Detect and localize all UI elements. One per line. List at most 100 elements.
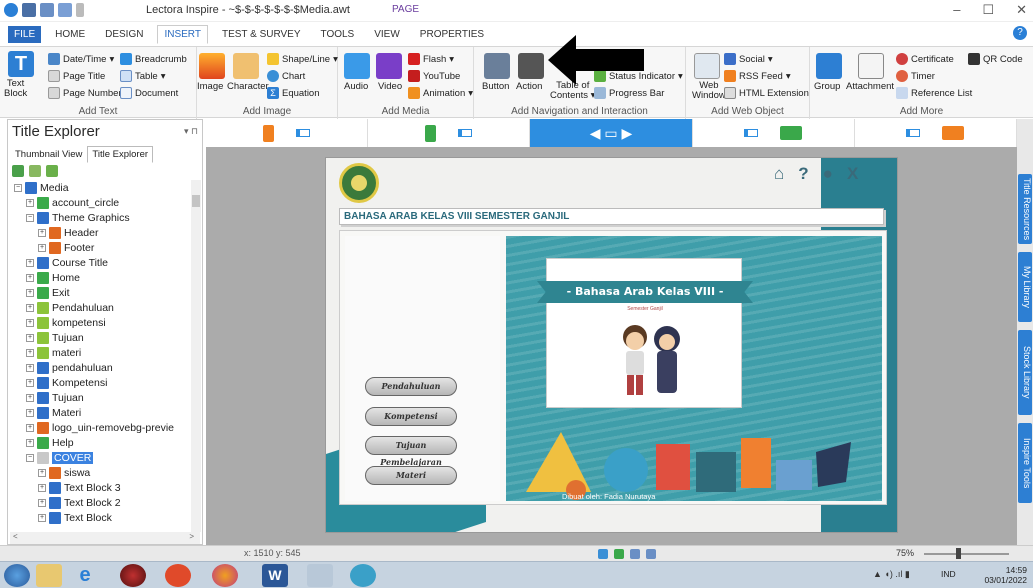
- close-button[interactable]: ✕: [1016, 2, 1027, 18]
- panel-pin-button[interactable]: ▾ ⊓: [184, 126, 198, 137]
- device-tablet-green[interactable]: [693, 119, 855, 147]
- device-phone-green[interactable]: [368, 119, 531, 147]
- character-button[interactable]: Character: [227, 81, 269, 92]
- button-icon[interactable]: [484, 53, 510, 79]
- text-block-icon[interactable]: T: [8, 51, 34, 77]
- tree-item[interactable]: + Header: [38, 225, 98, 240]
- start-button[interactable]: [4, 564, 30, 587]
- web-window-button[interactable]: Web Window: [692, 81, 726, 101]
- expand-all-icon[interactable]: [12, 165, 24, 177]
- collapse-all-icon[interactable]: [29, 165, 41, 177]
- tab-design[interactable]: DESIGN: [99, 26, 149, 43]
- animation-button[interactable]: Animation ▾: [408, 87, 473, 99]
- tree-item[interactable]: + Text Block 3: [38, 480, 121, 495]
- expand-toggle-icon[interactable]: +: [38, 498, 46, 507]
- action-icon[interactable]: [518, 53, 544, 79]
- tab-home[interactable]: HOME: [49, 26, 91, 43]
- clock[interactable]: 14:59 03/01/2022: [984, 565, 1027, 585]
- customize-icon[interactable]: [76, 3, 84, 17]
- tree-item[interactable]: + Exit: [26, 285, 70, 300]
- tree-item[interactable]: + kompetensi: [26, 315, 106, 330]
- expand-toggle-icon[interactable]: +: [26, 318, 34, 327]
- tree-item[interactable]: + Footer: [38, 240, 94, 255]
- tree-item[interactable]: − Theme Graphics: [26, 210, 130, 225]
- html-extension-button[interactable]: HTML Extension: [724, 87, 809, 99]
- help-question-icon[interactable]: ?: [798, 164, 808, 184]
- expand-toggle-icon[interactable]: +: [38, 468, 46, 477]
- video-icon[interactable]: [376, 53, 402, 79]
- tree-scrollbar-thumb[interactable]: [192, 195, 200, 207]
- audio-button[interactable]: Audio: [344, 81, 368, 92]
- tree-item[interactable]: + Pendahuluan: [26, 300, 114, 315]
- tree-item[interactable]: + Help: [26, 435, 74, 450]
- zoom-slider-thumb[interactable]: [956, 548, 961, 559]
- progress-bar-button[interactable]: Progress Bar: [594, 87, 664, 99]
- expand-toggle-icon[interactable]: +: [38, 483, 46, 492]
- tab-properties[interactable]: PROPERTIES: [414, 26, 490, 43]
- exit-icon[interactable]: X: [847, 164, 858, 184]
- minimize-button[interactable]: –: [953, 2, 960, 18]
- materi-button[interactable]: Materi: [365, 466, 457, 485]
- undo-icon[interactable]: [40, 3, 54, 17]
- maximize-button[interactable]: ☐: [982, 2, 994, 18]
- flash-button[interactable]: Flash ▾: [408, 53, 454, 65]
- tree-item[interactable]: + pendahuluan: [26, 360, 113, 375]
- tab-stock-library[interactable]: Stock Library: [1018, 330, 1032, 415]
- internet-explorer-icon[interactable]: e: [72, 564, 98, 587]
- course-title-banner[interactable]: BAHASA ARAB KELAS VIII SEMESTER GANJIL: [339, 208, 884, 225]
- context-tab-page[interactable]: PAGE: [392, 4, 419, 15]
- chart-button[interactable]: Chart: [267, 70, 305, 82]
- sync-icon[interactable]: [46, 165, 58, 177]
- preview-icon[interactable]: [630, 549, 640, 559]
- students-illustration[interactable]: [619, 317, 683, 399]
- kompetensi-button[interactable]: Kompetensi: [365, 407, 457, 426]
- expand-toggle-icon[interactable]: +: [26, 333, 34, 342]
- qr-code-button[interactable]: QR Code: [968, 53, 1023, 65]
- device-tablet-orange[interactable]: [855, 119, 1018, 147]
- account-icon[interactable]: ●: [823, 164, 833, 184]
- youtube-button[interactable]: YouTube: [408, 70, 460, 82]
- tree-item[interactable]: + account_circle: [26, 195, 119, 210]
- tab-insert[interactable]: INSERT: [157, 24, 208, 44]
- firefox-icon[interactable]: [212, 564, 238, 587]
- word-icon[interactable]: W: [262, 564, 288, 587]
- tab-test-survey[interactable]: TEST & SURVEY: [216, 26, 307, 43]
- snipping-tool-icon[interactable]: [307, 564, 333, 587]
- text-block-button[interactable]: Text Block: [4, 79, 27, 99]
- group-button[interactable]: Group: [814, 81, 840, 92]
- pendahuluan-button[interactable]: Pendahuluan: [365, 377, 457, 396]
- audio-icon[interactable]: [344, 53, 370, 79]
- run-icon[interactable]: [614, 549, 624, 559]
- expand-toggle-icon[interactable]: +: [38, 513, 46, 522]
- publish-icon[interactable]: [646, 549, 656, 559]
- chrome-icon[interactable]: [165, 564, 191, 587]
- shape-line-button[interactable]: Shape/Line ▾: [267, 53, 338, 65]
- table-button[interactable]: Table ▾: [120, 70, 166, 82]
- tujuan-button[interactable]: Tujuan Pembelajaran: [365, 436, 457, 467]
- expand-toggle-icon[interactable]: −: [26, 453, 34, 462]
- tree-item[interactable]: − COVER: [26, 450, 94, 465]
- expand-toggle-icon[interactable]: +: [26, 438, 34, 447]
- expand-toggle-icon[interactable]: +: [38, 243, 46, 252]
- tree-horizontal-scrollbar[interactable]: < >: [10, 532, 200, 544]
- expand-toggle-icon[interactable]: +: [38, 228, 46, 237]
- expand-toggle-icon[interactable]: +: [26, 393, 34, 402]
- file-explorer-icon[interactable]: [36, 564, 62, 587]
- expand-toggle-icon[interactable]: +: [26, 288, 34, 297]
- tree-item[interactable]: + Text Block: [38, 510, 112, 525]
- tree-item[interactable]: − Media: [14, 180, 69, 195]
- tree-item[interactable]: + Home: [26, 270, 80, 285]
- home-icon[interactable]: ⌂: [774, 164, 784, 184]
- tree-item[interactable]: + logo_uin-removebg-previe: [26, 420, 174, 435]
- help-icon[interactable]: ?: [1013, 26, 1027, 40]
- page-title-button[interactable]: Page Title: [48, 70, 105, 82]
- tree-item[interactable]: + Course Title: [26, 255, 108, 270]
- tab-file[interactable]: FILE: [8, 25, 42, 43]
- tree-scrollbar[interactable]: [191, 180, 201, 532]
- expand-toggle-icon[interactable]: +: [26, 408, 34, 417]
- character-icon[interactable]: [233, 53, 259, 79]
- tab-title-explorer[interactable]: Title Explorer: [87, 146, 154, 163]
- attachment-button[interactable]: Attachment: [846, 81, 894, 92]
- tree-item[interactable]: + materi: [26, 345, 81, 360]
- tree-item[interactable]: + Text Block 2: [38, 495, 121, 510]
